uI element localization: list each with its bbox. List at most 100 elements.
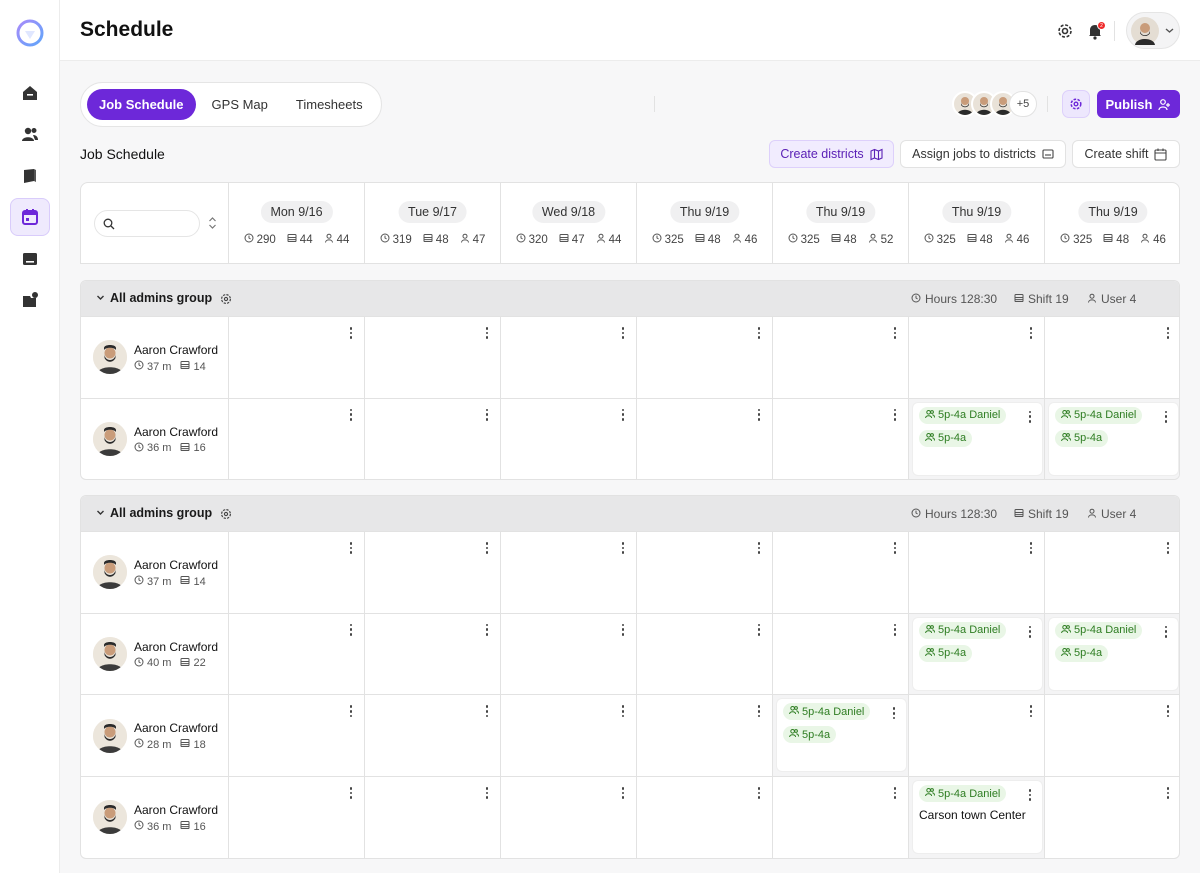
more-options-icon[interactable] [1028,326,1034,340]
settings-gear-icon[interactable] [1054,20,1076,42]
shift-chip[interactable]: 5p-4a Daniel [919,406,1007,424]
more-options-icon[interactable] [756,704,762,718]
notification-bell-icon[interactable]: 2 [1084,20,1106,42]
team-avatars[interactable]: +5 [952,91,1037,117]
more-options-icon[interactable] [756,326,762,340]
schedule-cell[interactable] [637,777,773,858]
tab-gps-map[interactable]: GPS Map [200,89,280,120]
schedule-cell[interactable]: 5p-4a Daniel 5p-4a [909,613,1045,695]
sidebar-item-users[interactable] [10,115,50,153]
day-column-header[interactable]: Thu 9/19 325 48 52 [773,183,909,263]
more-options-icon[interactable] [620,541,626,555]
more-options-icon[interactable] [891,706,897,720]
sidebar-item-schedule[interactable] [10,198,50,236]
more-options-icon[interactable] [892,408,898,422]
day-column-header[interactable]: Tue 9/17 319 48 47 [365,183,501,263]
schedule-cell[interactable] [909,532,1045,613]
schedule-cell[interactable] [1045,777,1179,858]
create-districts-button[interactable]: Create districts [769,140,894,168]
shift-chip[interactable]: 5p-4a [919,644,973,662]
shift-chip[interactable]: 5p-4a Daniel [1055,406,1143,424]
more-options-icon[interactable] [756,408,762,422]
tab-timesheets[interactable]: Timesheets [284,89,375,120]
employee-cell[interactable]: Aaron Crawford 36 m 16 [81,777,229,858]
more-options-icon[interactable] [348,704,354,718]
group-toggle[interactable]: All admins group [96,291,212,305]
more-options-icon[interactable] [620,786,626,800]
schedule-cell[interactable] [1045,317,1179,398]
schedule-cell[interactable] [909,317,1045,398]
schedule-cell[interactable] [773,317,909,398]
schedule-cell[interactable] [229,532,365,613]
more-options-icon[interactable] [620,623,626,637]
more-options-icon[interactable] [620,408,626,422]
schedule-cell[interactable]: 5p-4a Daniel Carson town Center [909,777,1045,858]
create-shift-button[interactable]: Create shift [1072,140,1180,168]
assign-jobs-button[interactable]: Assign jobs to districts [900,140,1066,168]
group-settings-icon[interactable] [220,507,232,525]
employee-cell[interactable]: Aaron Crawford 28 m 18 [81,695,229,777]
day-column-header[interactable]: Wed 9/18 320 47 44 [501,183,637,263]
schedule-cell[interactable] [365,398,501,480]
schedule-cell[interactable] [501,398,637,480]
shift-chip[interactable]: 5p-4a [919,429,973,447]
schedule-cell[interactable] [773,398,909,480]
more-options-icon[interactable] [348,541,354,555]
shift-card[interactable]: 5p-4a Daniel Carson town Center [913,781,1042,854]
more-options-icon[interactable] [1165,541,1171,555]
shift-card[interactable]: 5p-4a Daniel 5p-4a [913,617,1042,690]
more-options-icon[interactable] [620,704,626,718]
schedule-cell[interactable] [229,613,365,695]
schedule-cell[interactable] [773,777,909,858]
shift-chip[interactable]: 5p-4a [783,726,837,744]
tab-job-schedule[interactable]: Job Schedule [87,89,196,120]
shift-card[interactable]: 5p-4a Daniel 5p-4a [777,699,906,772]
shift-chip[interactable]: 5p-4a Daniel [919,785,1007,803]
schedule-cell[interactable] [365,613,501,695]
publish-button[interactable]: Publish [1097,90,1180,118]
day-column-header[interactable]: Mon 9/16 290 44 44 [229,183,365,263]
schedule-cell[interactable] [637,695,773,777]
schedule-cell[interactable] [637,317,773,398]
more-options-icon[interactable] [892,623,898,637]
day-column-header[interactable]: Thu 9/19 325 48 46 [909,183,1045,263]
more-options-icon[interactable] [1165,704,1171,718]
more-options-icon[interactable] [484,623,490,637]
more-options-icon[interactable] [484,408,490,422]
schedule-settings-button[interactable] [1062,90,1090,118]
shift-card[interactable]: 5p-4a Daniel 5p-4a [1049,617,1178,690]
sidebar-item-folder[interactable] [10,281,50,319]
group-settings-icon[interactable] [220,292,232,310]
schedule-cell[interactable] [229,398,365,480]
schedule-cell[interactable] [909,695,1045,777]
more-options-icon[interactable] [1027,625,1033,639]
schedule-cell[interactable] [773,613,909,695]
shift-chip[interactable]: 5p-4a [1055,644,1109,662]
schedule-cell[interactable] [501,695,637,777]
schedule-cell[interactable] [637,532,773,613]
day-column-header[interactable]: Thu 9/19 325 48 46 [637,183,773,263]
schedule-cell[interactable] [229,317,365,398]
more-options-icon[interactable] [484,704,490,718]
more-options-icon[interactable] [348,623,354,637]
more-options-icon[interactable] [892,786,898,800]
schedule-cell[interactable] [1045,532,1179,613]
shift-card[interactable]: 5p-4a Daniel 5p-4a [1049,402,1178,475]
schedule-cell[interactable] [637,398,773,480]
more-options-icon[interactable] [1165,326,1171,340]
more-options-icon[interactable] [348,326,354,340]
schedule-cell[interactable] [365,532,501,613]
schedule-cell[interactable]: 5p-4a Daniel 5p-4a [1045,613,1179,695]
shift-chip[interactable]: 5p-4a Daniel [919,621,1007,639]
employee-cell[interactable]: Aaron Crawford 37 m 14 [81,532,229,613]
schedule-cell[interactable] [637,613,773,695]
more-options-icon[interactable] [484,326,490,340]
schedule-cell[interactable] [229,695,365,777]
more-options-icon[interactable] [756,623,762,637]
profile-menu[interactable] [1126,12,1180,49]
more-options-icon[interactable] [348,408,354,422]
schedule-cell[interactable] [229,777,365,858]
schedule-cell[interactable]: 5p-4a Daniel 5p-4a [773,695,909,777]
more-options-icon[interactable] [484,541,490,555]
employee-cell[interactable]: Aaron Crawford 37 m 14 [81,317,229,398]
